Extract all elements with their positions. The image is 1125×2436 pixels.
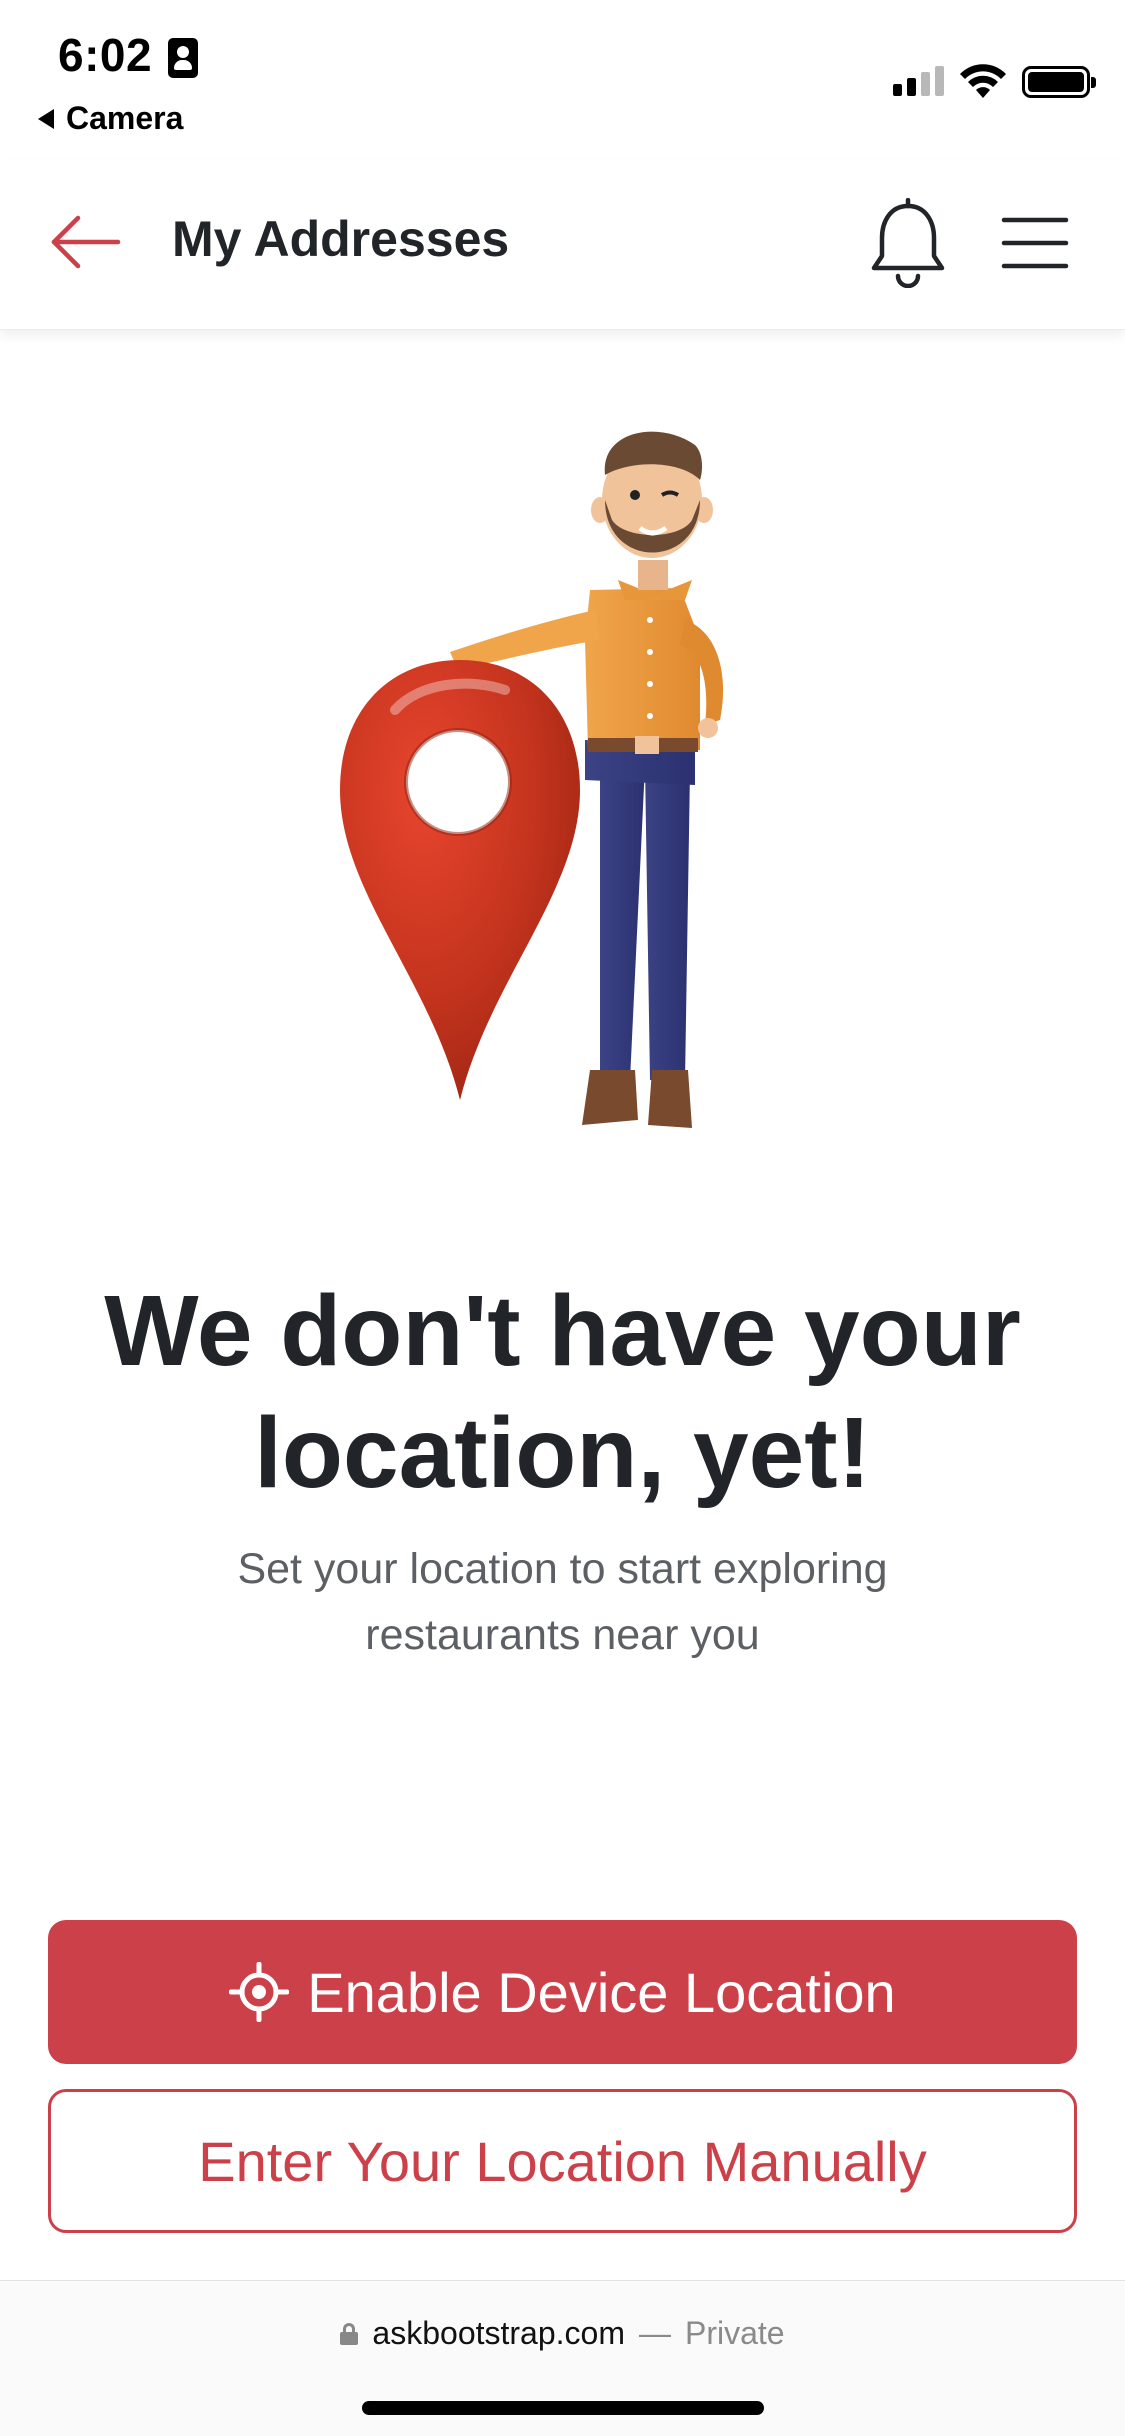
contact-icon xyxy=(168,38,198,78)
private-mode-label: Private xyxy=(684,2315,785,2351)
hamburger-menu-icon[interactable] xyxy=(998,208,1072,278)
status-bar: 6:02 Camera xyxy=(0,0,1125,160)
lock-icon xyxy=(340,2322,359,2345)
enter-location-manually-button[interactable]: Enter Your Location Manually xyxy=(48,2089,1077,2233)
wifi-icon xyxy=(960,64,1006,98)
headline-line-1: We don't have your xyxy=(104,1275,1021,1387)
url-separator: — xyxy=(638,2315,671,2351)
cellular-signal-icon xyxy=(893,66,944,96)
empty-state-subtext: Set your location to start exploring res… xyxy=(120,1536,1005,1668)
crosshair-icon xyxy=(229,1962,290,2022)
page-title: My Addresses xyxy=(172,211,510,267)
enable-device-location-button[interactable]: Enable Device Location xyxy=(48,1920,1077,2064)
battery-icon xyxy=(1022,66,1096,98)
subtext-line-1: Set your location to start exploring xyxy=(237,1545,888,1593)
enable-device-location-label: Enable Device Location xyxy=(307,1960,896,2024)
app-header: My Addresses xyxy=(0,160,1125,330)
browser-address-bar: askbootstrap.com — Private xyxy=(0,2280,1125,2436)
back-to-app-link[interactable]: Camera xyxy=(38,100,183,137)
bell-icon[interactable] xyxy=(868,198,948,288)
home-indicator[interactable] xyxy=(362,2401,764,2415)
arrow-left-icon[interactable] xyxy=(48,212,122,272)
status-time: 6:02 xyxy=(58,29,153,81)
back-triangle-icon xyxy=(38,108,54,129)
url-text: askbootstrap.com xyxy=(372,2315,625,2351)
empty-state-headline: We don't have your location, yet! xyxy=(40,1270,1085,1514)
location-pin-character-illustration xyxy=(340,431,724,1128)
enter-location-manually-label: Enter Your Location Manually xyxy=(198,2129,927,2193)
subtext-line-2: restaurants near you xyxy=(365,1611,760,1659)
headline-line-2: location, yet! xyxy=(254,1397,871,1509)
back-app-label: Camera xyxy=(66,100,184,136)
url-display[interactable]: askbootstrap.com — Private xyxy=(0,2315,1125,2352)
